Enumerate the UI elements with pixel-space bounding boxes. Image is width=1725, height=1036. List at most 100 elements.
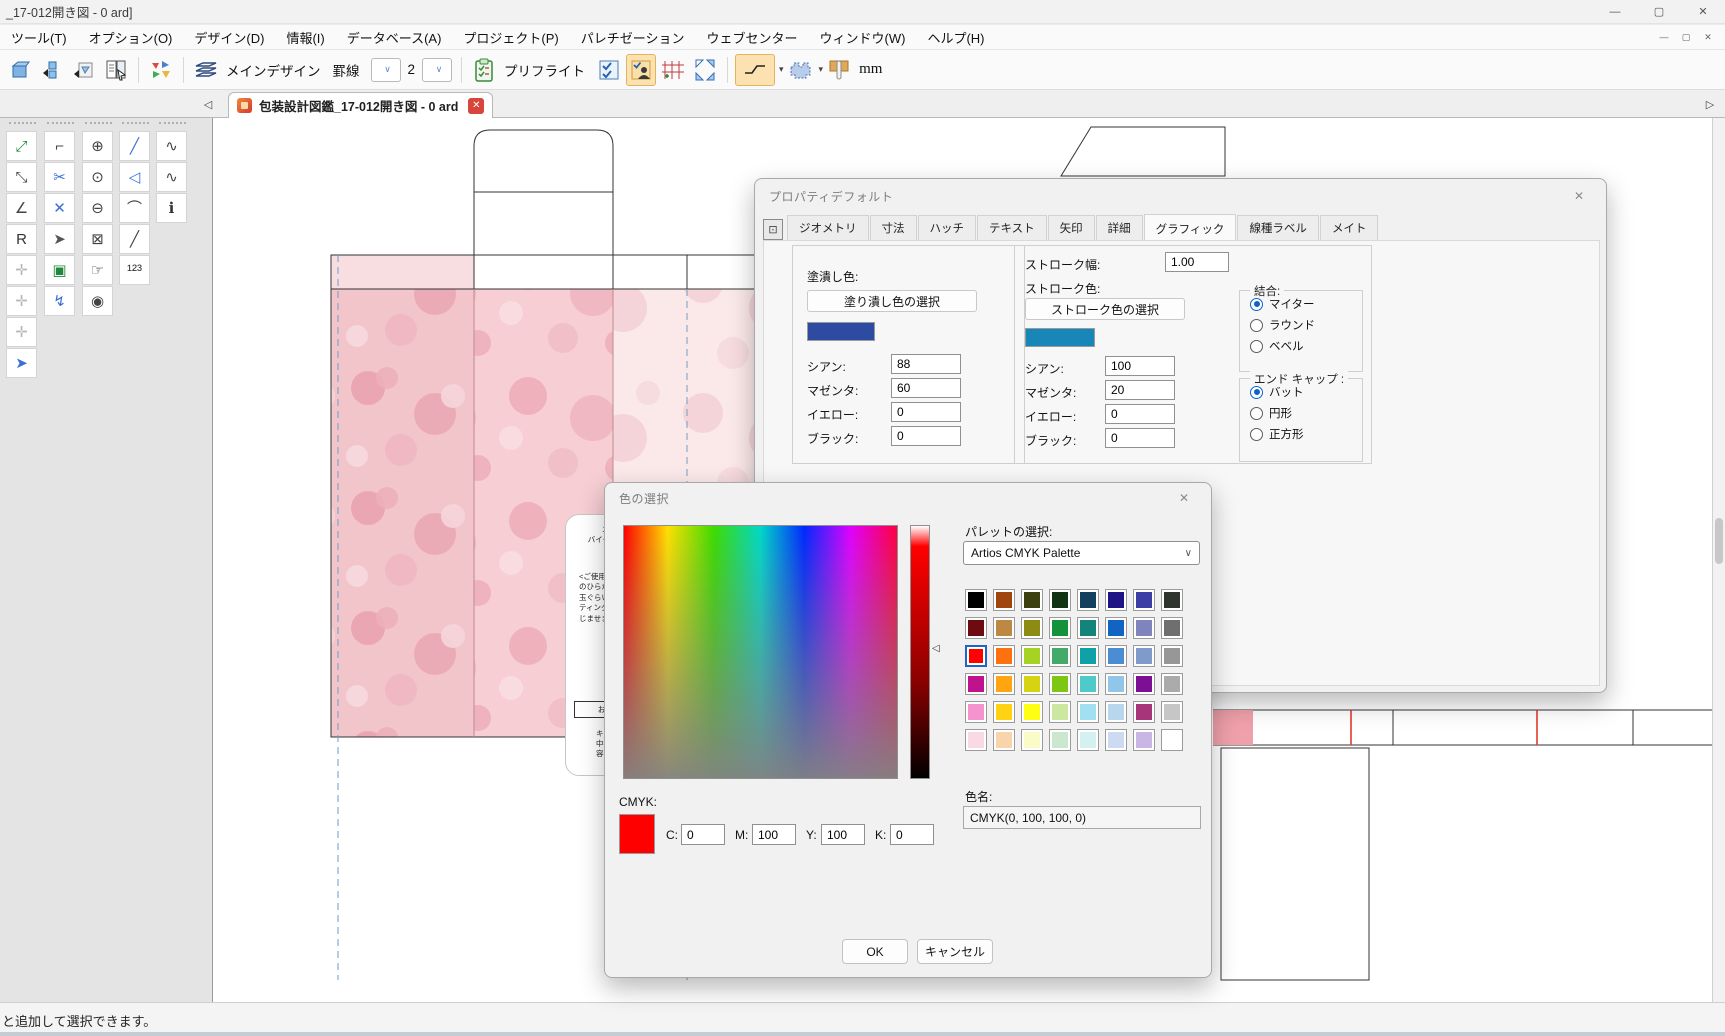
- palette-swatch[interactable]: [993, 645, 1015, 667]
- endcap-option-square[interactable]: 正方形: [1250, 426, 1362, 442]
- palette-drag-handle[interactable]: [9, 122, 36, 130]
- stroke-black-input[interactable]: [1105, 428, 1175, 448]
- palette-swatch[interactable]: [1021, 589, 1043, 611]
- move-vertical-tool[interactable]: ✛: [6, 317, 37, 347]
- palette-swatch[interactable]: [993, 673, 1015, 695]
- mdi-minimize-button[interactable]: —: [1653, 28, 1675, 46]
- menu-item[interactable]: ウィンドウ(W): [809, 25, 917, 50]
- palette-swatch[interactable]: [1077, 729, 1099, 751]
- checklist-icon[interactable]: [594, 54, 624, 86]
- palette-swatch[interactable]: [1105, 729, 1127, 751]
- cut-tool[interactable]: ✂: [44, 162, 75, 192]
- scale-combo-right[interactable]: ∨: [422, 58, 452, 82]
- select-arrow-tool[interactable]: ➤: [6, 348, 37, 378]
- arrowhead-tool[interactable]: ➤: [44, 224, 75, 254]
- stroke-cyan-input[interactable]: [1105, 356, 1175, 376]
- palette-swatch[interactable]: [993, 617, 1015, 639]
- document-tab-close-icon[interactable]: ✕: [468, 98, 484, 114]
- zigzag-dropdown-caret[interactable]: ▾: [779, 64, 784, 75]
- select-shape-tool[interactable]: ◁: [119, 162, 150, 192]
- palette-swatch[interactable]: [1161, 701, 1183, 723]
- sequence-tool[interactable]: ¹²³: [119, 255, 150, 285]
- hue-saturation-field[interactable]: [623, 525, 898, 779]
- tab-scroll-left-icon[interactable]: ◁: [198, 94, 218, 114]
- move-tool[interactable]: ✛: [6, 255, 37, 285]
- palette-swatch[interactable]: [1049, 729, 1071, 751]
- corner-tool[interactable]: ⌐: [44, 131, 75, 161]
- mdi-close-button[interactable]: ✕: [1697, 28, 1719, 46]
- stroke-yellow-input[interactable]: [1105, 404, 1175, 424]
- scale-combo-left[interactable]: ∨: [371, 58, 401, 82]
- tab-mate[interactable]: メイト: [1320, 215, 1379, 240]
- select-stroke-color-button[interactable]: ストローク色の選択: [1025, 298, 1185, 320]
- palette-swatch[interactable]: [1133, 729, 1155, 751]
- scrollbar-thumb[interactable]: [1715, 518, 1723, 564]
- menu-item[interactable]: データベース(A): [336, 25, 453, 50]
- info-tool[interactable]: ℹ: [156, 193, 187, 223]
- palette-swatch[interactable]: [1049, 617, 1071, 639]
- tab-detail[interactable]: 詳細: [1096, 215, 1143, 240]
- polygon-icon[interactable]: [785, 54, 815, 86]
- color-dialog-titlebar[interactable]: 色の選択 ✕: [605, 483, 1211, 513]
- k-input[interactable]: [890, 824, 934, 845]
- tab-graphic[interactable]: グラフィック: [1144, 214, 1237, 241]
- palette-swatch[interactable]: [993, 589, 1015, 611]
- close-button[interactable]: ✕: [1681, 0, 1725, 23]
- menu-item[interactable]: ウェブセンター: [696, 25, 809, 50]
- palette-swatch[interactable]: [1021, 617, 1043, 639]
- menu-item[interactable]: オプション(O): [78, 25, 184, 50]
- document-tab[interactable]: 包装設計図鑑_17-012開き図 - 0 ard ✕: [228, 92, 493, 118]
- palette-swatch[interactable]: [1049, 589, 1071, 611]
- palette-swatch[interactable]: [1021, 645, 1043, 667]
- zoom-extents-tool[interactable]: ⊠: [82, 224, 113, 254]
- fill-magenta-input[interactable]: [891, 378, 961, 398]
- tab-arrow[interactable]: 矢印: [1048, 215, 1095, 240]
- palette-swatch[interactable]: [1161, 617, 1183, 639]
- palette-swatch[interactable]: [1161, 729, 1183, 751]
- sync-arrows-icon[interactable]: [146, 54, 176, 86]
- palette-swatch[interactable]: [965, 701, 987, 723]
- properties-dialog-titlebar[interactable]: プロパティデフォルト ✕: [755, 179, 1606, 213]
- palette-swatch[interactable]: [1077, 617, 1099, 639]
- preflight-clipboard-icon[interactable]: [469, 54, 499, 86]
- app-cube-icon[interactable]: [5, 54, 35, 86]
- palette-swatch[interactable]: [965, 589, 987, 611]
- palette-swatch[interactable]: [993, 701, 1015, 723]
- palette-swatch[interactable]: [1077, 589, 1099, 611]
- palette-swatch[interactable]: [1105, 645, 1127, 667]
- palette-swatch[interactable]: [1105, 673, 1127, 695]
- c-input[interactable]: [681, 824, 725, 845]
- palette-swatch[interactable]: [1133, 589, 1155, 611]
- fit-diamond-icon[interactable]: [690, 54, 720, 86]
- palette-swatch[interactable]: [1105, 617, 1127, 639]
- stretch-tool[interactable]: ▣: [44, 255, 75, 285]
- palette-swatch[interactable]: [1049, 701, 1071, 723]
- palette-swatch[interactable]: [993, 729, 1015, 751]
- pan-tool[interactable]: ☞: [82, 255, 113, 285]
- palette-swatch[interactable]: [1021, 729, 1043, 751]
- tab-scroll-right-icon[interactable]: ▷: [1700, 94, 1720, 114]
- stair-step-tool[interactable]: ↯: [44, 286, 75, 316]
- paste-icon[interactable]: [37, 54, 67, 86]
- zoom-in-tool[interactable]: ⊕: [82, 131, 113, 161]
- palette-swatch[interactable]: [1133, 701, 1155, 723]
- fill-yellow-input[interactable]: [891, 402, 961, 422]
- tab-dimension[interactable]: 寸法: [870, 215, 917, 240]
- menu-item[interactable]: ヘルプ(H): [916, 25, 995, 50]
- menu-item[interactable]: プロジェクト(P): [452, 25, 569, 50]
- join-option-round[interactable]: ラウンド: [1250, 317, 1362, 333]
- palette-drag-handle[interactable]: [85, 122, 112, 130]
- palette-swatch[interactable]: [1049, 645, 1071, 667]
- palette-drag-handle[interactable]: [47, 122, 74, 130]
- select-fill-color-button[interactable]: 塗り潰し色の選択: [807, 290, 977, 312]
- fill-black-input[interactable]: [891, 426, 961, 446]
- menu-item[interactable]: パレチゼーション: [570, 25, 696, 50]
- polygon-dropdown-caret[interactable]: ▾: [819, 64, 824, 75]
- dock-panel-icon[interactable]: ⊡: [763, 219, 783, 240]
- palette-swatch[interactable]: [1161, 673, 1183, 695]
- palette-swatch[interactable]: [1049, 673, 1071, 695]
- line-tool[interactable]: ╱: [119, 224, 150, 254]
- stroke-magenta-input[interactable]: [1105, 380, 1175, 400]
- tab-linetype-label[interactable]: 線種ラベル: [1237, 215, 1319, 240]
- palette-swatch[interactable]: [965, 673, 987, 695]
